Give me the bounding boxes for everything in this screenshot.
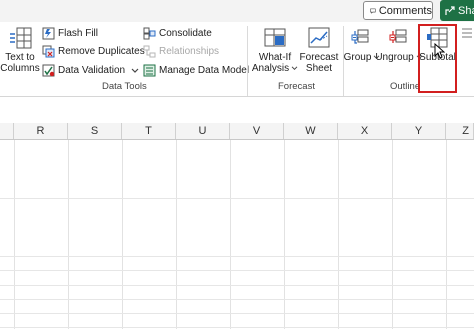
what-if-label-2-text: Analysis <box>251 63 290 74</box>
ungroup-icon <box>389 29 407 43</box>
column-header-t[interactable]: T <box>122 123 176 139</box>
grid-line <box>122 140 123 329</box>
partial-tool-icon[interactable] <box>460 26 474 40</box>
relationships-label: Relationships <box>159 46 220 57</box>
column-header-u[interactable]: U <box>176 123 230 139</box>
grid-line <box>0 270 474 271</box>
flash-fill-label: Flash Fill <box>58 28 99 39</box>
grid-line <box>0 327 474 328</box>
column-header-s[interactable]: S <box>68 123 122 139</box>
formula-bar-area <box>0 97 474 124</box>
text-to-columns-button[interactable]: Text to Columns <box>0 26 40 74</box>
remove-duplicates-button[interactable]: Remove Duplicates <box>42 44 145 59</box>
grid-line <box>230 140 231 329</box>
cell-grid[interactable] <box>0 140 474 329</box>
flash-fill-button[interactable]: Flash Fill <box>42 26 98 41</box>
what-if-analysis-icon <box>264 28 286 47</box>
grid-line <box>0 285 474 286</box>
grid-line <box>0 313 474 314</box>
remove-duplicates-icon <box>42 45 55 58</box>
data-validation-label: Data Validation <box>58 65 126 76</box>
column-header-x[interactable]: X <box>338 123 392 139</box>
forecast-sheet-label-1: Forecast <box>299 52 339 63</box>
text-to-columns-label-1: Text to <box>5 52 35 63</box>
column-header-w[interactable]: W <box>284 123 338 139</box>
manage-data-model-button[interactable]: Manage Data Model <box>143 63 249 78</box>
group-separator <box>247 26 248 96</box>
grid-line <box>68 140 69 329</box>
share-button[interactable]: Sha <box>440 0 474 21</box>
group-icon <box>351 29 369 44</box>
column-header-y[interactable]: Y <box>392 123 446 139</box>
column-header-r[interactable]: R <box>14 123 68 139</box>
what-if-label-2: Analysis <box>252 63 298 74</box>
data-tools-group-label: Data Tools <box>102 81 147 92</box>
what-if-label-1: What-If <box>258 52 292 63</box>
grid-line <box>176 140 177 329</box>
ungroup-button[interactable]: Ungroup <box>375 26 423 63</box>
grid-line <box>446 140 447 329</box>
relationships-icon <box>143 45 156 58</box>
remove-duplicates-label: Remove Duplicates <box>58 46 145 57</box>
forecast-sheet-button[interactable]: Forecast Sheet <box>300 26 338 74</box>
data-validation-icon <box>42 64 55 77</box>
consolidate-button[interactable]: Consolidate <box>143 26 212 41</box>
outline-group-label: Outline <box>390 81 421 92</box>
forecast-group-label: Forecast <box>278 81 315 92</box>
grid-line <box>0 198 474 199</box>
data-model-icon <box>143 64 156 77</box>
data-validation-button[interactable]: Data Validation <box>42 63 139 78</box>
ribbon: Text to Columns Flash Fill Remove Duplic… <box>0 22 474 96</box>
chevron-down-icon[interactable] <box>131 68 139 74</box>
text-to-columns-icon <box>10 27 32 49</box>
consolidate-icon <box>143 27 156 40</box>
comments-button[interactable]: Comments <box>363 1 433 20</box>
column-header-v[interactable]: V <box>230 123 284 139</box>
flash-fill-icon <box>42 27 55 40</box>
grid-line <box>0 299 474 300</box>
ungroup-label-text: Ungroup <box>375 52 414 63</box>
comment-icon <box>370 8 376 14</box>
column-header-z[interactable]: Z <box>446 123 474 139</box>
text-to-columns-label-2: Columns <box>0 63 40 74</box>
relationships-button[interactable]: Relationships <box>143 44 219 59</box>
manage-data-model-label: Manage Data Model <box>159 65 250 76</box>
comments-label: Comments <box>378 4 432 17</box>
consolidate-label: Consolidate <box>159 28 212 39</box>
group-button[interactable]: Group <box>343 26 380 63</box>
grid-line <box>392 140 393 329</box>
row-header-corner <box>0 123 14 139</box>
forecast-sheet-icon <box>308 27 330 48</box>
grid-line <box>338 140 339 329</box>
forecast-sheet-label-2: Sheet <box>305 63 333 74</box>
grid-line <box>14 140 15 329</box>
chevron-down-icon <box>291 66 298 71</box>
what-if-analysis-button[interactable]: What-If Analysis <box>252 26 298 74</box>
grid-line <box>284 140 285 329</box>
group-label-text: Group <box>343 52 372 63</box>
grid-line <box>0 256 474 257</box>
share-icon <box>445 5 455 15</box>
share-label: Sha <box>458 4 474 17</box>
ungroup-label: Ungroup <box>375 52 423 63</box>
mouse-cursor-icon <box>434 43 445 59</box>
